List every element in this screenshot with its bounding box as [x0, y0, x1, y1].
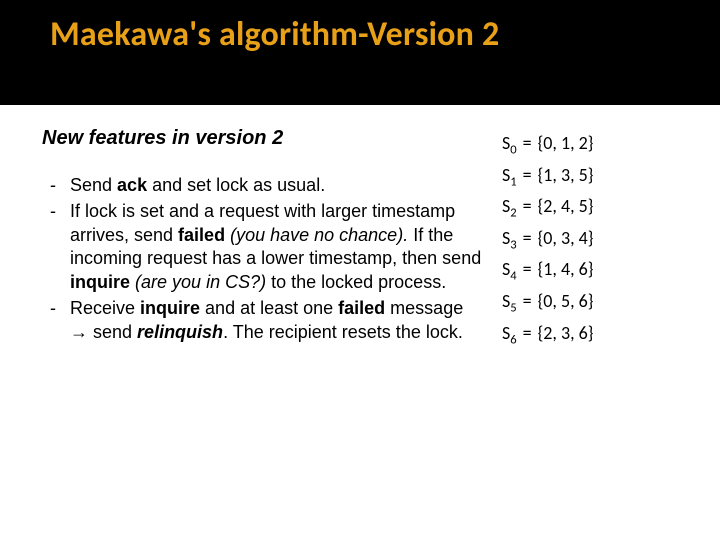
table-row: S3={0, 3, 4} [502, 224, 599, 256]
table-row: S4={1, 4, 6} [502, 255, 599, 287]
set-symbol: S6 [502, 319, 523, 351]
table-row: S1={1, 3, 5} [502, 161, 599, 193]
sets-table: S0={0, 1, 2}S1={1, 3, 5}S2={2, 4, 5}S3={… [502, 129, 599, 350]
right-column: S0={0, 1, 2}S1={1, 3, 5}S2={2, 4, 5}S3={… [502, 127, 692, 350]
slide-title: Maekawa's algorithm-Version 2 [0, 0, 720, 65]
set-symbol: S1 [502, 161, 523, 193]
list-item: Receive inquire and at least one failed … [42, 297, 484, 345]
list-item: If lock is set and a request with larger… [42, 200, 484, 295]
table-row: S0={0, 1, 2} [502, 129, 599, 161]
set-symbol: S4 [502, 255, 523, 287]
set-value: {2, 3, 6} [538, 319, 600, 351]
equals-sign: = [523, 287, 538, 319]
set-value: {0, 5, 6} [538, 287, 600, 319]
feature-list: Send ack and set lock as usual. If lock … [42, 174, 484, 344]
set-value: {1, 3, 5} [538, 161, 600, 193]
slide: Maekawa's algorithm-Version 2 New featur… [0, 0, 720, 540]
set-symbol: S0 [502, 129, 523, 161]
set-value: {0, 3, 4} [538, 224, 600, 256]
set-value: {2, 4, 5} [538, 192, 600, 224]
equals-sign: = [523, 224, 538, 256]
set-value: {1, 4, 6} [538, 255, 600, 287]
list-item: Send ack and set lock as usual. [42, 174, 484, 198]
slide-body: New features in version 2 Send ack and s… [0, 105, 720, 540]
equals-sign: = [523, 255, 538, 287]
table-row: S2={2, 4, 5} [502, 192, 599, 224]
set-value: {0, 1, 2} [538, 129, 600, 161]
equals-sign: = [523, 161, 538, 193]
subheading: New features in version 2 [42, 127, 484, 150]
set-symbol: S5 [502, 287, 523, 319]
equals-sign: = [523, 319, 538, 351]
table-row: S5={0, 5, 6} [502, 287, 599, 319]
set-symbol: S2 [502, 192, 523, 224]
set-symbol: S3 [502, 224, 523, 256]
left-column: New features in version 2 Send ack and s… [42, 127, 484, 350]
equals-sign: = [523, 192, 538, 224]
table-row: S6={2, 3, 6} [502, 319, 599, 351]
equals-sign: = [523, 129, 538, 161]
